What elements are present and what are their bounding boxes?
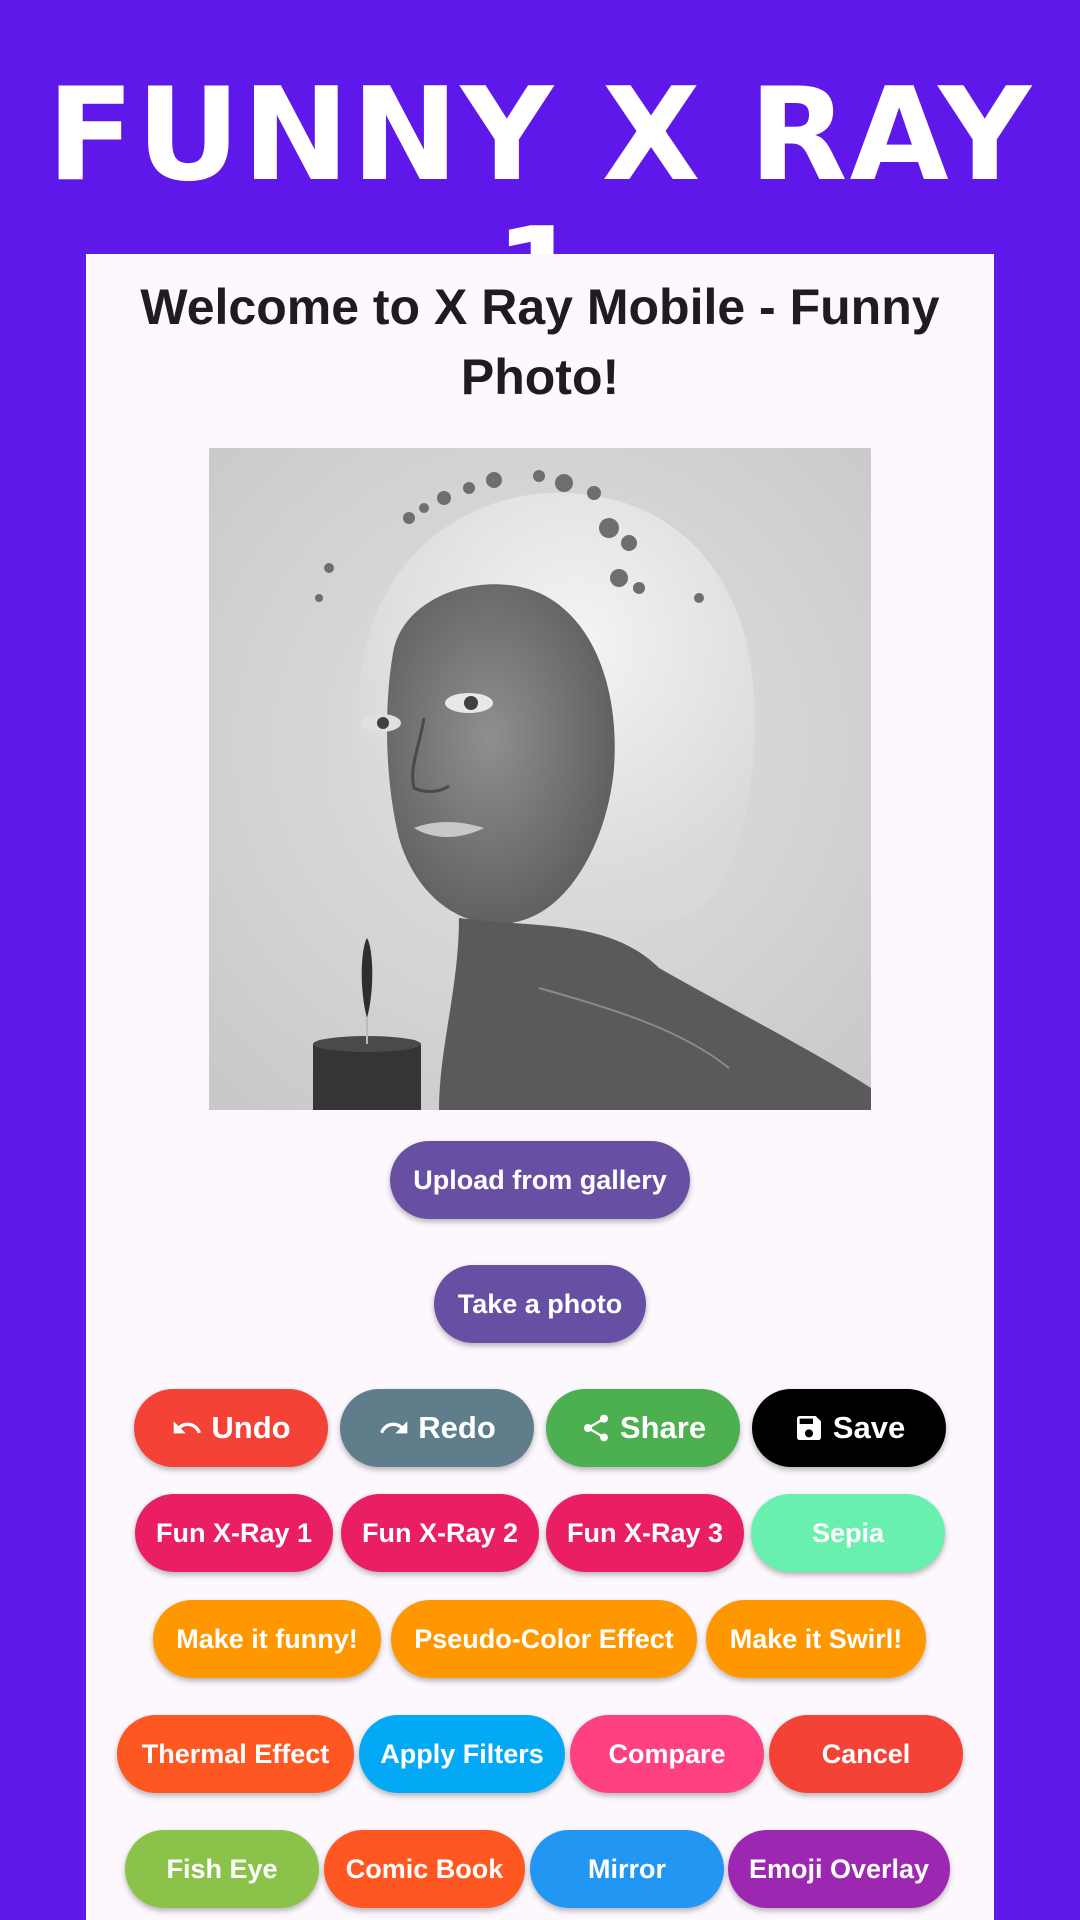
comic-book-button[interactable]: Comic Book [324,1830,525,1908]
fun-xray-3-label: Fun X-Ray 3 [566,1517,724,1548]
inverted-portrait-image [209,448,871,1110]
pseudo-color-effect-label: Pseudo-Color Effect [414,1623,674,1654]
share-icon [580,1412,612,1444]
fun-xray-3-button[interactable]: Fun X-Ray 3 [546,1494,744,1572]
save-icon [793,1412,825,1444]
upload-from-gallery-label: Upload from gallery [413,1164,667,1195]
fun-xray-2-button[interactable]: Fun X-Ray 2 [341,1494,539,1572]
upload-from-gallery-button[interactable]: Upload from gallery [390,1141,690,1219]
take-photo-button[interactable]: Take a photo [434,1265,646,1343]
share-label: Share [619,1410,707,1445]
make-it-funny-label: Make it funny! [176,1623,358,1654]
redo-label: Redo [418,1410,496,1445]
photo-preview [209,448,871,1110]
cancel-label: Cancel [821,1738,911,1769]
fun-xray-2-label: Fun X-Ray 2 [361,1517,519,1548]
save-button[interactable]: Save [752,1389,946,1467]
sepia-label: Sepia [811,1517,885,1548]
thermal-effect-button[interactable]: Thermal Effect [117,1715,354,1793]
redo-button[interactable]: Redo [340,1389,534,1467]
make-it-swirl-button[interactable]: Make it Swirl! [706,1600,926,1678]
fun-xray-1-label: Fun X-Ray 1 [155,1517,313,1548]
mirror-button[interactable]: Mirror [530,1830,724,1908]
mirror-label: Mirror [587,1853,666,1884]
compare-button[interactable]: Compare [570,1715,764,1793]
fish-eye-button[interactable]: Fish Eye [125,1830,319,1908]
redo-icon [378,1412,410,1444]
apply-filters-button[interactable]: Apply Filters [359,1715,565,1793]
cancel-button[interactable]: Cancel [769,1715,963,1793]
share-button[interactable]: Share [546,1389,740,1467]
emoji-overlay-label: Emoji Overlay [748,1853,930,1884]
fun-xray-1-button[interactable]: Fun X-Ray 1 [135,1494,333,1572]
make-it-swirl-label: Make it Swirl! [729,1623,903,1654]
compare-label: Compare [608,1738,726,1769]
make-it-funny-button[interactable]: Make it funny! [153,1600,381,1678]
undo-icon [171,1412,203,1444]
fish-eye-label: Fish Eye [166,1853,278,1884]
apply-filters-label: Apply Filters [380,1738,544,1769]
undo-button[interactable]: Undo [134,1389,328,1467]
take-photo-label: Take a photo [457,1288,623,1319]
pseudo-color-effect-button[interactable]: Pseudo-Color Effect [391,1600,697,1678]
welcome-heading: Welcome to X Ray Mobile - Funny Photo! [140,279,940,405]
undo-label: Undo [211,1410,291,1445]
emoji-overlay-button[interactable]: Emoji Overlay [728,1830,950,1908]
sepia-button[interactable]: Sepia [751,1494,945,1572]
save-label: Save [832,1410,906,1445]
thermal-effect-label: Thermal Effect [141,1738,330,1769]
comic-book-label: Comic Book [345,1853,504,1884]
